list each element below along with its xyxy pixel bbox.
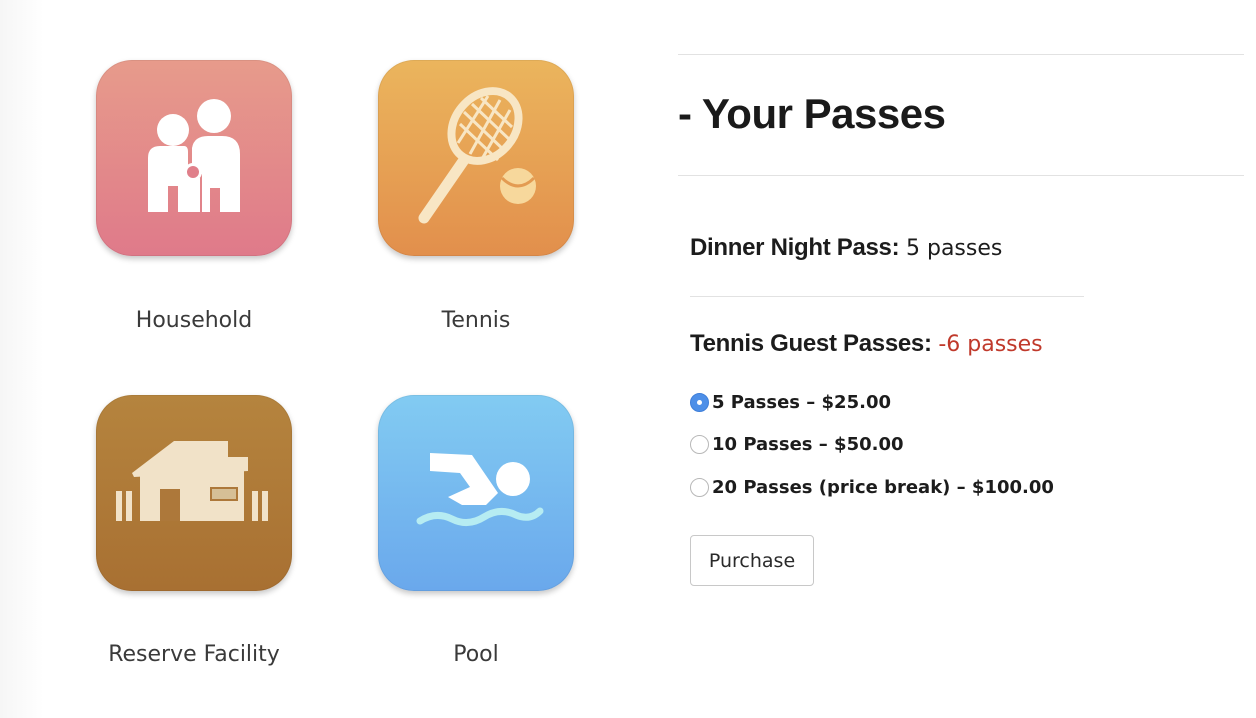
pass-option-label: 5 Passes – $25.00 [712,391,891,413]
dinner-pass-line: Dinner Night Pass: 5 passes [690,234,1002,262]
pass-option-20[interactable]: 20 Passes (price break) – $100.00 [690,476,1054,498]
tile-reserve-facility[interactable]: Reserve Facility [96,395,292,667]
family-icon [148,99,240,212]
pass-option-10[interactable]: 10 Passes – $50.00 [690,433,904,455]
radio-button[interactable] [690,477,709,497]
tennis-racket-icon [418,87,536,224]
household-tile-button[interactable] [96,60,292,256]
tile-tennis[interactable]: Tennis [378,60,574,333]
tennis-pass-count: -6 passes [938,332,1043,357]
reserve-facility-tile-button[interactable] [96,395,292,591]
page-title: - Your Passes [678,90,946,137]
clubhouse-icon [116,441,268,521]
radio-button[interactable] [690,434,709,454]
tile-label: Pool [453,642,499,667]
tennis-tile-button[interactable] [378,60,574,256]
pool-tile-button[interactable] [378,395,574,591]
tile-label: Reserve Facility [108,642,280,667]
tennis-pass-label: Tennis Guest Passes: [690,330,932,357]
divider [690,296,1084,297]
tile-pool[interactable]: Pool [378,395,574,667]
dinner-pass-label: Dinner Night Pass: [690,234,900,261]
divider [678,54,1244,55]
divider [678,175,1244,176]
tile-label: Household [135,308,253,333]
pass-option-label: 20 Passes (price break) – $100.00 [712,476,1054,498]
radio-button-selected[interactable] [690,392,709,412]
tile-household[interactable]: Household [96,60,292,333]
dinner-pass-count: 5 passes [905,236,1003,261]
pass-option-label: 10 Passes – $50.00 [712,433,904,455]
swimmer-icon [416,453,544,526]
tennis-pass-line: Tennis Guest Passes: -6 passes [690,330,1043,358]
pass-option-5[interactable]: 5 Passes – $25.00 [690,391,891,413]
tile-label: Tennis [441,308,511,333]
left-edge-shadow [0,0,44,718]
purchase-button[interactable]: Purchase [690,535,814,586]
